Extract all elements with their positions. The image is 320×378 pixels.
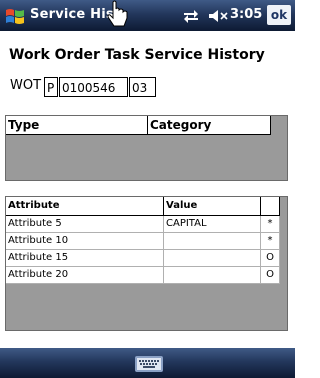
connectivity-icon[interactable]: [182, 9, 200, 23]
attribute-cell: Attribute 15: [6, 250, 164, 266]
table-row[interactable]: Attribute 20 O: [6, 267, 280, 284]
wot-type-field[interactable]: P: [44, 77, 58, 97]
column-header-value[interactable]: Value: [164, 197, 261, 215]
windows-start-icon[interactable]: [4, 5, 26, 27]
flag-cell: *: [261, 216, 280, 232]
attribute-cell: Attribute 20: [6, 267, 164, 283]
volume-icon[interactable]: [208, 9, 228, 23]
flag-cell: O: [261, 250, 280, 266]
attribute-cell: Attribute 5: [6, 216, 164, 232]
keyboard-icon[interactable]: [135, 356, 163, 372]
table-row[interactable]: Attribute 10 *: [6, 233, 280, 250]
grid-header: Attribute Value: [6, 197, 280, 216]
bottom-menu-bar: [0, 348, 295, 378]
type-category-grid[interactable]: Type Category: [5, 115, 288, 181]
flag-cell: *: [261, 233, 280, 249]
value-cell: CAPITAL: [164, 216, 261, 232]
table-row[interactable]: Attribute 15 O: [6, 250, 280, 267]
flag-cell: O: [261, 267, 280, 283]
table-row[interactable]: Attribute 5 CAPITAL *: [6, 216, 280, 233]
stylus-cursor-icon: [107, 0, 128, 27]
title-bar: Service History 3:05 ok: [0, 0, 295, 31]
attribute-grid[interactable]: Attribute Value Attribute 5 CAPITAL * At…: [5, 196, 288, 331]
column-header-type[interactable]: Type: [6, 116, 148, 134]
value-cell: [164, 267, 261, 283]
page-title: Work Order Task Service History: [9, 47, 265, 63]
clock: 3:05: [230, 7, 263, 22]
value-cell: [164, 233, 261, 249]
grid-header: Type Category: [6, 116, 271, 135]
wot-label: WOT: [10, 78, 42, 93]
attribute-cell: Attribute 10: [6, 233, 164, 249]
column-header-attribute[interactable]: Attribute: [6, 197, 164, 215]
value-cell: [164, 250, 261, 266]
wot-number-field[interactable]: 0100546: [59, 77, 128, 97]
column-header-flag[interactable]: [261, 197, 280, 215]
wot-suffix-field[interactable]: 03: [129, 77, 156, 97]
ok-button[interactable]: ok: [267, 5, 291, 25]
column-header-category[interactable]: Category: [148, 116, 271, 134]
